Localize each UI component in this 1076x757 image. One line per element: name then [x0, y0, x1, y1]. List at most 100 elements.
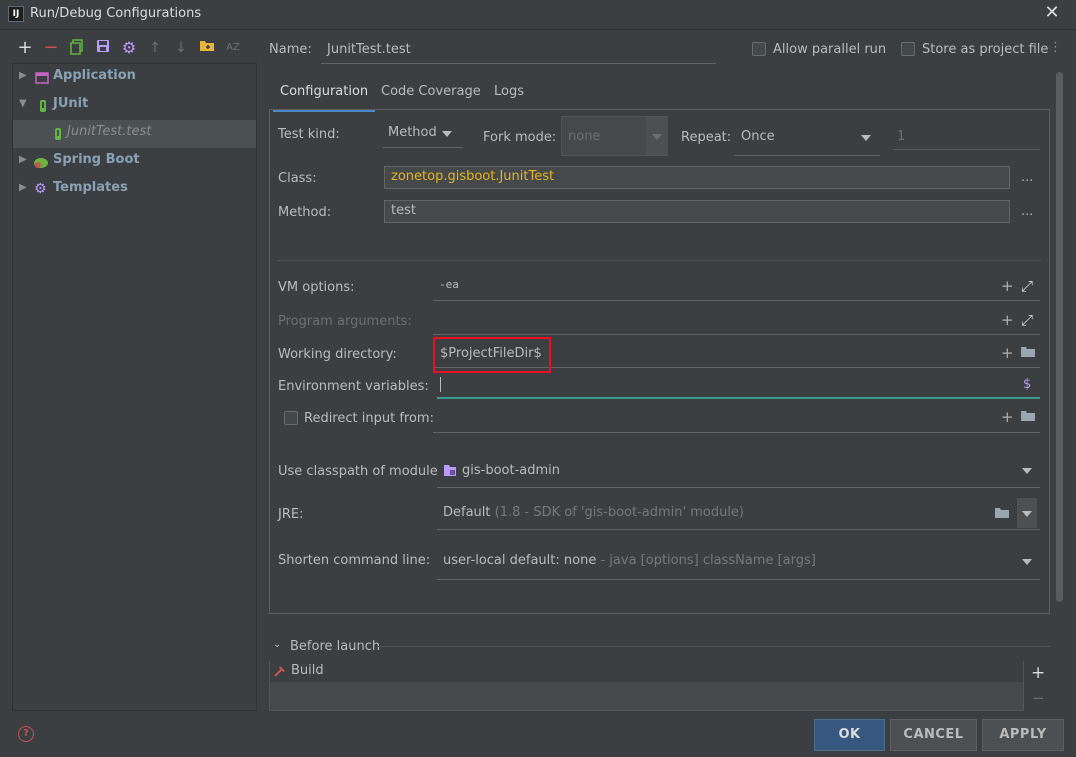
before-launch-label: Before launch	[290, 639, 381, 654]
tree-item-templates[interactable]: ▶ ⚙ Templates	[13, 176, 256, 204]
add-plus-icon[interactable]: +	[1001, 344, 1014, 362]
chevron-down-icon[interactable]: ⌄	[273, 639, 281, 650]
shorten-label: Shorten command line:	[278, 553, 431, 568]
vm-options-field[interactable]: -ea	[433, 272, 1040, 301]
tree-item-spring-boot[interactable]: ▶ Spring Boot	[13, 148, 256, 176]
text-cursor	[440, 377, 441, 392]
method-field[interactable]: test	[384, 200, 1010, 223]
add-before-launch-icon[interactable]: +	[1031, 663, 1045, 683]
vm-options-label: VM options:	[278, 280, 355, 295]
spring-boot-icon	[33, 154, 48, 168]
chevron-down-icon	[652, 134, 662, 140]
fork-mode-dropdown[interactable]: none	[561, 116, 668, 156]
tree-item-label: Templates	[53, 180, 128, 195]
browse-folder-icon[interactable]	[994, 507, 1010, 523]
copy-icon[interactable]	[68, 39, 86, 57]
chevron-down-icon	[861, 135, 871, 141]
browse-class-icon[interactable]: ...	[1021, 170, 1033, 185]
add-icon[interactable]: +	[16, 39, 34, 57]
hammer-icon	[273, 664, 287, 682]
jre-dropdown[interactable]: Default (1.8 - SDK of 'gis-boot-admin' m…	[437, 497, 1040, 530]
name-field[interactable]: JunitTest.test	[321, 38, 716, 64]
tree-item-label: JunitTest.test	[67, 124, 152, 139]
redirect-input-checkbox[interactable]	[284, 411, 298, 425]
tree-item-junittest[interactable]: JunitTest.test	[13, 120, 256, 148]
chevron-down-icon	[1022, 511, 1032, 517]
browse-method-icon[interactable]: ...	[1021, 204, 1033, 219]
allow-parallel-label: Allow parallel run	[773, 42, 887, 57]
jre-detail: (1.8 - SDK of 'gis-boot-admin' module)	[494, 505, 745, 520]
repeat-count-field: 1	[893, 120, 1040, 150]
class-label: Class:	[278, 171, 317, 186]
scrollbar[interactable]	[1056, 72, 1063, 602]
store-project-checkbox[interactable]	[901, 42, 915, 56]
highlight-box	[433, 337, 551, 373]
tree-item-label: Application	[53, 68, 136, 83]
move-up-icon[interactable]: ↑	[146, 39, 164, 57]
test-kind-dropdown[interactable]: Method	[382, 120, 463, 148]
before-launch-divider	[377, 646, 1050, 647]
shorten-value: user-local default: none	[443, 553, 597, 568]
cancel-button[interactable]: CANCEL	[890, 719, 977, 751]
tree-item-label: JUnit	[53, 96, 89, 111]
redirect-input-label: Redirect input from:	[304, 411, 434, 426]
test-kind-value: Method	[388, 125, 437, 140]
classpath-value: gis-boot-admin	[462, 463, 561, 478]
move-down-icon[interactable]: ↓	[172, 39, 190, 57]
sort-az-icon[interactable]: AZ	[224, 39, 242, 57]
browse-folder-icon[interactable]	[1020, 346, 1036, 362]
browse-folder-icon[interactable]	[1020, 410, 1036, 426]
shorten-detail: - java [options] className [args]	[600, 553, 816, 568]
junit-test-icon	[53, 126, 67, 140]
settings-icon[interactable]: ⚙	[120, 39, 138, 57]
test-kind-label: Test kind:	[278, 127, 340, 142]
config-tree: ▶ Application ▼ JUnit JunitTest.test ▶ S…	[12, 63, 257, 711]
chevron-down-icon[interactable]: ▼	[19, 92, 27, 116]
chevron-down-icon	[442, 131, 452, 137]
tree-item-application[interactable]: ▶ Application	[13, 64, 256, 92]
chevron-right-icon[interactable]: ▶	[19, 176, 27, 200]
wrench-settings-icon: ⚙	[34, 181, 47, 197]
program-args-label: Program arguments:	[278, 314, 412, 329]
tree-item-junit[interactable]: ▼ JUnit	[13, 92, 256, 120]
chevron-right-icon[interactable]: ▶	[19, 148, 27, 172]
class-field[interactable]: zonetop.gisboot.JunitTest	[384, 166, 1010, 189]
close-icon[interactable]: ✕	[1042, 3, 1062, 23]
expand-icon[interactable]: ⤢	[1021, 311, 1033, 329]
tab-logs[interactable]: Logs	[494, 82, 524, 112]
add-plus-icon[interactable]: +	[1001, 408, 1014, 426]
allow-parallel-checkbox[interactable]	[752, 42, 766, 56]
store-project-label: Store as project file	[922, 42, 1049, 57]
env-vars-label: Environment variables:	[278, 379, 429, 394]
chevron-down-icon	[1022, 468, 1032, 474]
repeat-dropdown[interactable]: Once	[735, 120, 880, 156]
expand-icon[interactable]: ⤢	[1021, 277, 1033, 295]
expand-plus-icon[interactable]: +	[1001, 277, 1014, 295]
env-vars-field[interactable]	[437, 372, 1040, 399]
remove-icon[interactable]: −	[42, 39, 60, 57]
program-args-field[interactable]	[433, 306, 1040, 335]
chevron-right-icon[interactable]: ▶	[19, 64, 27, 88]
ok-button[interactable]: OK	[814, 719, 885, 751]
save-icon[interactable]	[94, 39, 112, 57]
remove-before-launch-icon[interactable]: −	[1032, 689, 1045, 707]
folder-icon[interactable]	[198, 39, 216, 57]
redirect-input-field[interactable]	[433, 404, 1040, 433]
module-icon	[443, 464, 457, 481]
add-plus-icon[interactable]: +	[1001, 311, 1014, 329]
dollar-icon[interactable]: $	[1023, 377, 1031, 392]
before-launch-item[interactable]: Build	[270, 661, 1023, 682]
shorten-dropdown[interactable]: user-local default: none - java [options…	[437, 544, 1040, 580]
jre-value: Default	[443, 505, 491, 520]
apply-button[interactable]: APPLY	[982, 719, 1064, 751]
tab-configuration[interactable]: Configuration	[273, 82, 376, 112]
name-label: Name:	[269, 42, 312, 57]
classpath-dropdown[interactable]: gis-boot-admin	[437, 455, 1040, 488]
window-title: Run/Debug Configurations	[30, 6, 202, 21]
tab-code-coverage[interactable]: Code Coverage	[381, 82, 481, 112]
junit-icon	[37, 98, 51, 112]
more-options-icon[interactable]: ⋮	[1049, 40, 1062, 55]
help-icon[interactable]: ?	[18, 726, 34, 742]
tree-item-label: Spring Boot	[53, 152, 140, 167]
method-label: Method:	[278, 205, 332, 220]
